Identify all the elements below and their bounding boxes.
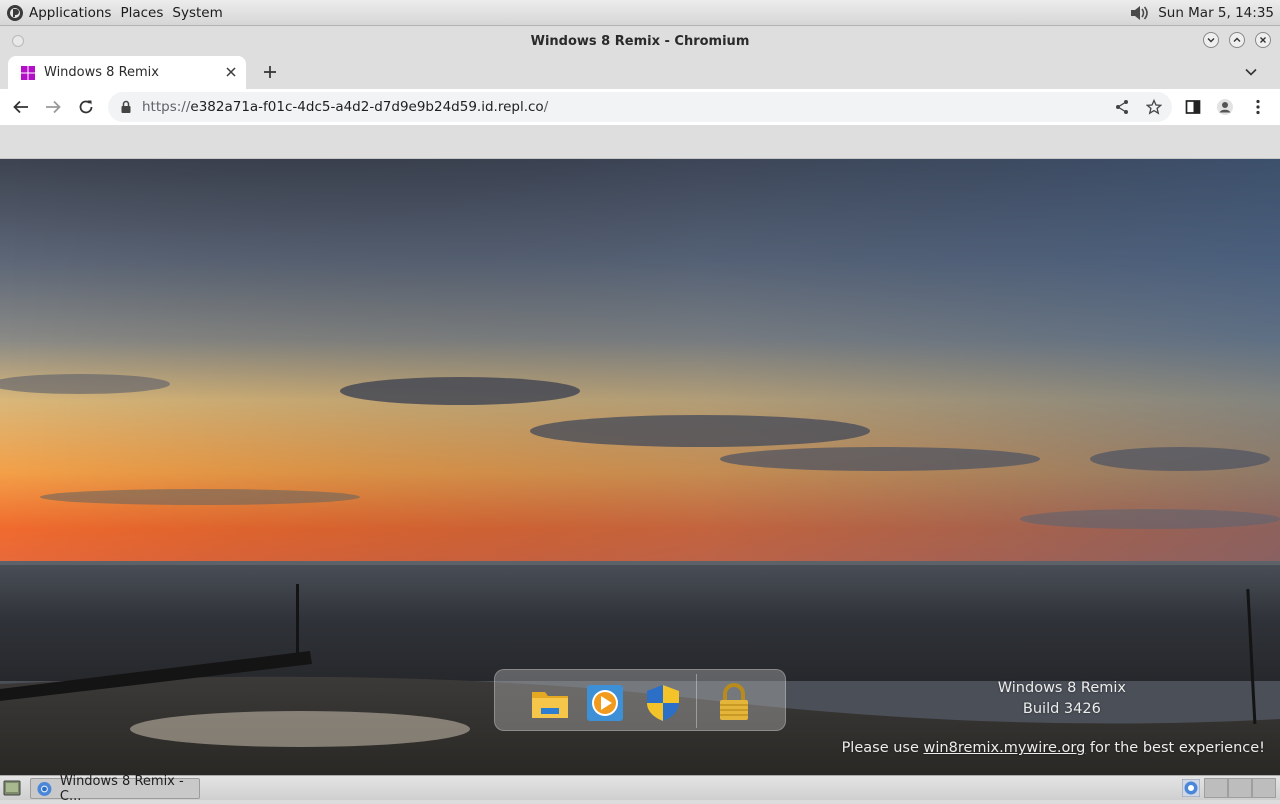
show-desktop-icon[interactable] [3,780,21,796]
new-tab-icon[interactable] [262,64,278,80]
top-panel: Applications Places System Sun Mar 5, 14… [0,0,1280,26]
file-explorer-icon[interactable] [529,682,571,724]
reload-icon[interactable] [77,98,95,116]
bookmark-bar [0,125,1280,159]
tab-windows-8-remix[interactable]: Windows 8 Remix [8,56,246,89]
app-dock [494,669,786,731]
window-titlebar[interactable]: Windows 8 Remix - Chromium [0,27,1280,55]
forward-arrow-icon[interactable] [44,98,62,116]
close-icon [1260,37,1266,43]
tab-search-chevron-icon[interactable] [1244,65,1258,79]
bottom-panel: Windows 8 Remix - C... [0,774,1280,804]
tab-title: Windows 8 Remix [44,65,159,80]
menu-applications[interactable]: Applications [29,5,111,21]
menu-places[interactable]: Places [120,5,163,21]
chevron-up-icon [1233,37,1241,42]
tab-strip: Windows 8 Remix [0,55,1280,89]
notice-prefix: Please use [841,740,924,756]
volume-icon[interactable] [1128,3,1150,23]
close-tab-icon[interactable] [224,65,238,79]
more-options-icon[interactable] [1249,98,1267,116]
distro-logo-icon[interactable] [6,4,24,22]
taskbar-window-chromium[interactable]: Windows 8 Remix - C... [30,774,200,804]
minimize-button[interactable] [1203,32,1219,48]
security-shield-icon[interactable] [642,682,684,724]
taskbar-window-label: Windows 8 Remix - C... [59,773,184,804]
watermark-product: Windows 8 Remix [997,680,1126,696]
windows-logo-icon [21,65,35,80]
clock[interactable]: Sun Mar 5, 14:35 [1158,5,1274,21]
notice-link[interactable]: win8remix.mywire.org [924,740,1086,756]
tray-chromium-icon[interactable] [1182,779,1200,797]
workspace-2[interactable] [1228,778,1252,798]
window-menu-dot-icon[interactable] [12,35,24,47]
url-scheme: https:// [142,99,191,115]
close-window-button[interactable] [1255,32,1271,48]
url-text[interactable]: https://e382a71a-f01c-4dc5-a4d2-d7d9e9b2… [142,99,548,115]
browser-toolbar: https://e382a71a-f01c-4dc5-a4d2-d7d9e9b2… [0,89,1280,125]
build-watermark: Windows 8 Remix Build 3426 [998,678,1126,720]
window-title: Windows 8 Remix - Chromium [530,33,750,49]
share-icon[interactable] [1114,99,1130,115]
watermark-build: Build 3426 [1022,701,1101,717]
chromium-icon [37,781,52,796]
best-experience-notice: Please use win8remix.mywire.org for the … [842,740,1265,756]
padlock-icon[interactable] [120,100,132,114]
address-bar[interactable]: https://e382a71a-f01c-4dc5-a4d2-d7d9e9b2… [108,92,1172,122]
bookmark-star-icon[interactable] [1146,99,1162,115]
media-player-icon[interactable] [584,682,626,724]
lock-icon[interactable] [713,682,755,724]
url-path: / [543,99,549,115]
web-page-viewport[interactable]: Windows 8 Remix Build 3426 Please use wi… [0,159,1280,775]
workspace-1[interactable] [1204,778,1228,798]
dock-divider [696,674,697,728]
workspace-3[interactable] [1252,778,1276,798]
url-host: e382a71a-f01c-4dc5-a4d2-d7d9e9b24d59.id.… [190,99,544,115]
notice-suffix: for the best experience! [1085,740,1265,756]
side-panel-icon[interactable] [1184,98,1202,116]
profile-avatar-icon[interactable] [1216,98,1234,116]
menu-system[interactable]: System [172,5,222,21]
maximize-button[interactable] [1229,32,1245,48]
back-arrow-icon[interactable] [12,98,30,116]
chevron-down-icon [1207,38,1215,43]
